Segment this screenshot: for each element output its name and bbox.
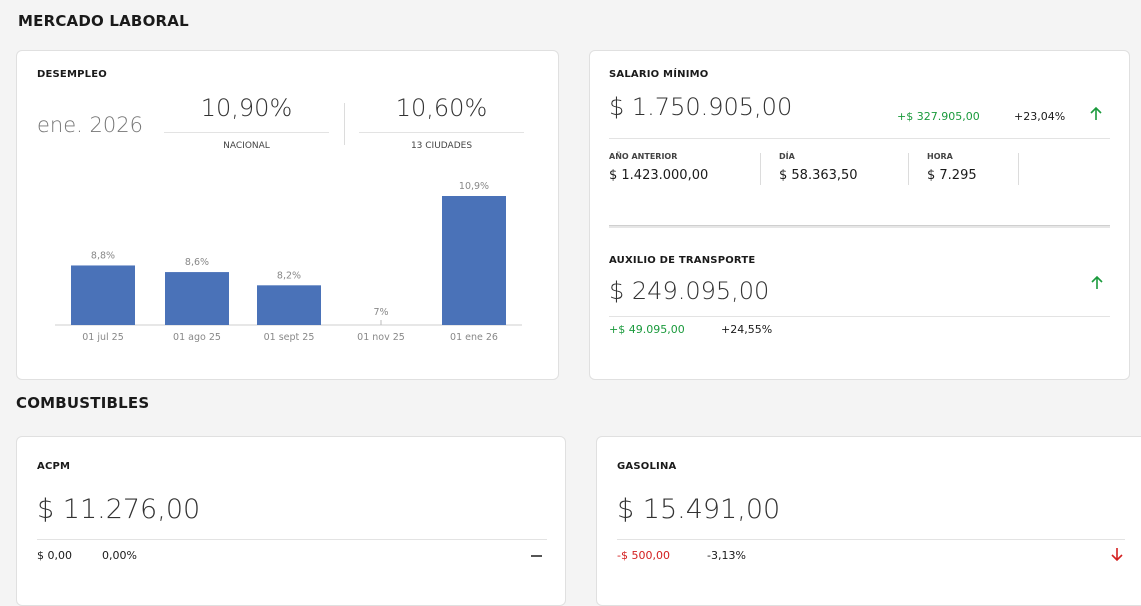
- salario-change-pct: +23,04%: [1014, 110, 1066, 123]
- bar-4[interactable]: [442, 196, 506, 325]
- salario-value: $ 1.750.905,00: [609, 93, 793, 121]
- auxilio-value: $ 249.095,00: [609, 277, 770, 305]
- hora-value: $ 7.295: [927, 168, 977, 183]
- anio-anterior-label: AÑO ANTERIOR: [609, 152, 678, 161]
- salario-title: SALARIO MÍNIMO: [609, 69, 709, 80]
- x-tick-label-1: 01 ago 25: [173, 332, 221, 343]
- auxilio-change-abs: +$ 49.095,00: [609, 323, 685, 336]
- data-label-2: 8,2%: [277, 270, 301, 281]
- hora-label: HORA: [927, 152, 953, 161]
- acpm-card: ACPM $ 11.276,00 $ 0,00 0,00%: [16, 436, 566, 606]
- anio-anterior-value: $ 1.423.000,00: [609, 168, 709, 183]
- bar-0[interactable]: [71, 265, 135, 325]
- x-tick-label-3: 01 nov 25: [357, 332, 405, 343]
- arrow-up-icon: [1089, 106, 1103, 126]
- data-label-3: 7%: [373, 307, 388, 318]
- data-label-4: 10,9%: [459, 181, 489, 192]
- dash-icon: [531, 555, 542, 557]
- auxilio-change-pct: +24,55%: [721, 323, 773, 336]
- acpm-title: ACPM: [37, 461, 71, 472]
- dia-label: DÍA: [779, 152, 795, 161]
- dia-value: $ 58.363,50: [779, 168, 858, 183]
- divider: [609, 225, 1110, 228]
- unemployment-bar-chart: 8,8% 01 jul 25 8,6% 01 ago 25 8,2% 01 sept 25…: [55, 181, 522, 343]
- bar-1[interactable]: [165, 272, 229, 325]
- gasolina-change-abs: -$ 500,00: [617, 549, 670, 562]
- acpm-change-abs: $ 0,00: [37, 549, 72, 562]
- x-tick-label-2: 01 sept 25: [264, 332, 315, 343]
- gasolina-card: GASOLINA $ 15.491,00 -$ 500,00 -3,13%: [596, 436, 1141, 606]
- acpm-value: $ 11.276,00: [37, 494, 201, 525]
- section-title-combustibles: COMBUSTIBLES: [16, 394, 150, 412]
- acpm-change-pct: 0,00%: [102, 549, 137, 562]
- arrow-up-icon: [1090, 275, 1104, 295]
- section-title-mercado-laboral: MERCADO LABORAL: [18, 12, 189, 30]
- auxilio-title: AUXILIO DE TRANSPORTE: [609, 255, 756, 266]
- data-label-1: 8,6%: [185, 257, 209, 268]
- arrow-down-icon: [1110, 546, 1124, 566]
- x-tick-label-4: 01 ene 26: [450, 332, 498, 343]
- gasolina-change-pct: -3,13%: [707, 549, 746, 562]
- data-label-0: 8,8%: [91, 250, 115, 261]
- desempleo-card: DESEMPLEO ene. 2026 10,90% NACIONAL 10,6…: [16, 50, 559, 380]
- salario-card: SALARIO MÍNIMO $ 1.750.905,00 +$ 327.905…: [589, 50, 1130, 380]
- gasolina-title: GASOLINA: [617, 461, 677, 472]
- bar-2[interactable]: [257, 285, 321, 325]
- x-tick-label-0: 01 jul 25: [82, 332, 124, 343]
- gasolina-value: $ 15.491,00: [617, 494, 781, 525]
- salario-change-abs: +$ 327.905,00: [897, 110, 980, 123]
